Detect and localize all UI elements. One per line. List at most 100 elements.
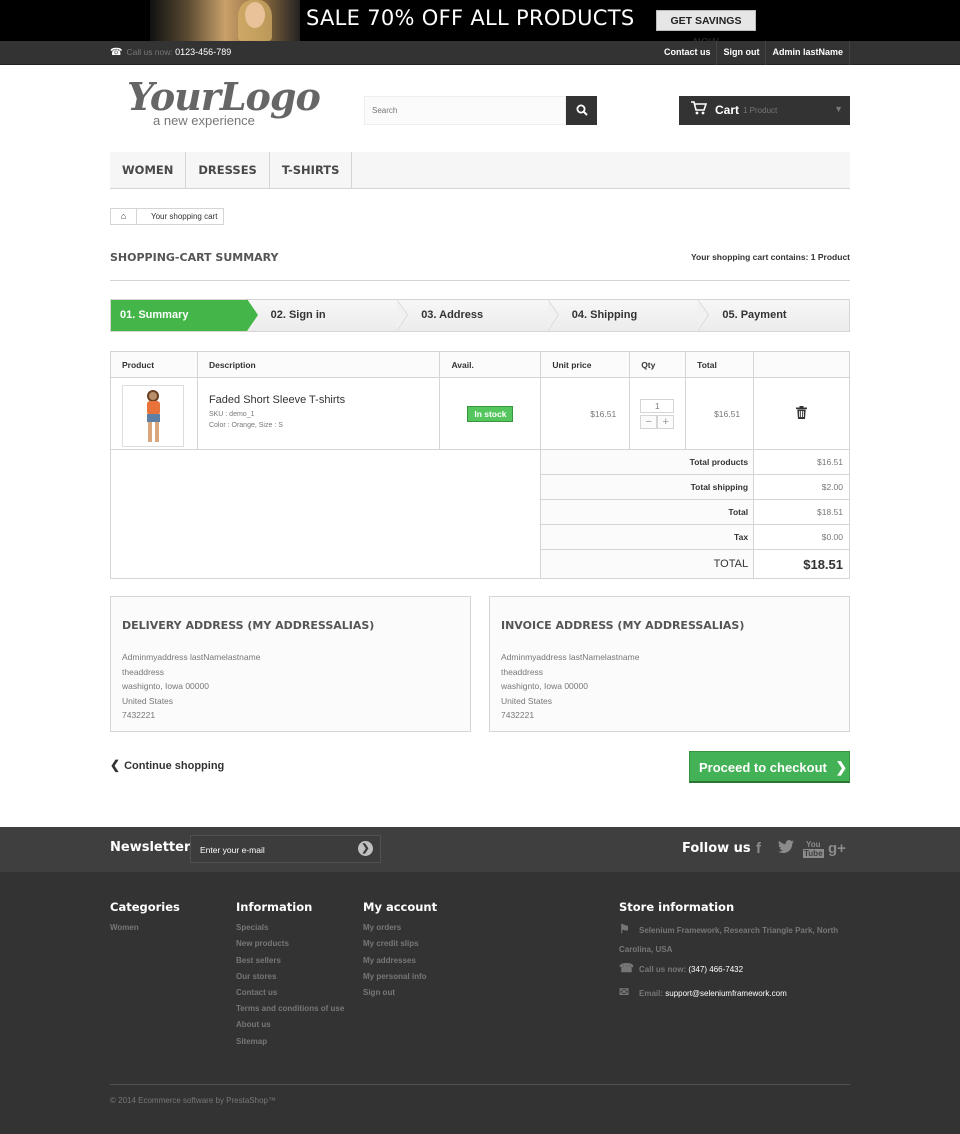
footer-store-info: Store information ⚑ Selenium Framework, R… <box>619 900 851 1003</box>
proceed-to-checkout-button[interactable]: Proceed to checkout ❯ <box>689 751 850 783</box>
table-header: Product Description Avail. Unit price Qt… <box>110 351 850 378</box>
footer-link[interactable]: New products <box>236 936 346 952</box>
col-total: Total <box>685 351 755 378</box>
col-description: Description <box>196 351 441 378</box>
col-product: Product <box>110 351 198 378</box>
qty-cell: 1 − + <box>629 377 687 450</box>
footer-link[interactable]: My orders <box>363 920 437 936</box>
call-us: ☎ Call us now: 0123-456-789 <box>110 47 231 58</box>
envelope-icon: ✉ <box>619 985 630 999</box>
checkout-label: Proceed to checkout <box>699 760 827 775</box>
cart-icon <box>691 101 707 115</box>
contact-us-link[interactable]: Contact us <box>658 41 717 65</box>
col-qty: Qty <box>629 351 687 378</box>
col-availability: Avail. <box>439 351 542 378</box>
delivery-address-lines: Adminmyaddress lastNamelastname theaddre… <box>122 650 470 723</box>
home-icon[interactable]: ⌂ <box>111 209 137 224</box>
footer-link[interactable]: My addresses <box>363 953 437 969</box>
continue-shopping-button[interactable]: ❮ Continue shopping <box>110 758 224 772</box>
twitter-icon[interactable] <box>778 840 794 858</box>
promo-banner[interactable]: SALE 70% OFF ALL PRODUCTS GET SAVINGS NO… <box>0 0 960 41</box>
footer-link[interactable]: Contact us <box>236 985 346 1001</box>
banner-image <box>150 0 300 41</box>
unit-price: $16.51 <box>540 377 631 450</box>
step-payment[interactable]: 05. Payment <box>698 300 849 331</box>
footer-link[interactable]: My personal info <box>363 969 437 985</box>
chevron-left-icon: ❮ <box>110 758 121 772</box>
col-delete <box>753 351 850 378</box>
search-input[interactable] <box>365 97 555 124</box>
cart-label: Cart <box>715 103 740 117</box>
facebook-icon[interactable]: f <box>756 840 761 857</box>
total-products-label: Total products <box>540 449 755 475</box>
store-email: ✉ Email: support@seleniumframework.com <box>619 983 851 1003</box>
total-products-value: $16.51 <box>753 449 850 475</box>
invoice-address-title: INVOICE ADDRESS (MY ADDRESSALIAS) <box>501 619 745 632</box>
store-email-link[interactable]: support@seleniumframework.com <box>665 989 787 998</box>
product-image[interactable] <box>122 384 184 447</box>
sign-out-link[interactable]: Sign out <box>716 41 765 65</box>
get-savings-button[interactable]: GET SAVINGS NOW <box>656 10 756 41</box>
newsletter-email-input[interactable]: Enter your e-mail ❯ <box>190 835 381 863</box>
continue-shopping-label: Continue shopping <box>124 760 225 772</box>
menu-item-dresses[interactable]: DRESSES <box>186 152 270 188</box>
account-link[interactable]: Admin lastName <box>765 41 850 65</box>
page-title: SHOPPING-CART SUMMARY <box>110 251 279 264</box>
cart-button[interactable]: Cart 1 Product ▼ <box>679 96 850 125</box>
site-logo[interactable]: YourLogo a new experience <box>127 74 321 132</box>
availability-cell: In stock <box>439 377 542 450</box>
step-address[interactable]: 03. Address <box>397 299 559 331</box>
breadcrumb: ⌂ Your shopping cart <box>110 208 225 225</box>
product-name[interactable]: Faded Short Sleeve T-shirts <box>209 394 440 406</box>
qty-increase-button[interactable]: + <box>657 414 675 429</box>
menu-item-women[interactable]: WOMEN <box>110 152 187 188</box>
address-line: Adminmyaddress lastNamelastname <box>122 652 261 662</box>
address-line: theaddress <box>501 666 544 677</box>
address-line: washignto, Iowa 00000 <box>501 681 588 691</box>
google-plus-icon[interactable]: g+ <box>828 840 846 857</box>
youtube-icon[interactable]: You Tube <box>803 840 824 858</box>
logo-text: YourLogo <box>127 74 321 119</box>
search-icon <box>576 104 588 116</box>
footer-link[interactable]: About us <box>236 1017 346 1033</box>
store-email-label: Email: <box>639 989 664 998</box>
divider <box>110 280 850 281</box>
footer-link[interactable]: Sign out <box>363 985 437 1001</box>
footer-link[interactable]: Women <box>110 920 180 936</box>
footer-link[interactable]: My credit slips <box>363 936 437 952</box>
summary-spacer <box>109 449 542 579</box>
newsletter-placeholder: Enter your e-mail <box>200 845 265 855</box>
footer-link[interactable]: Sitemap <box>236 1034 346 1050</box>
store-address-text: Selenium Framework, Research Triangle Pa… <box>619 926 839 954</box>
menu-item-tshirts[interactable]: T-SHIRTS <box>270 152 353 188</box>
step-shipping[interactable]: 04. Shipping <box>548 299 709 331</box>
trash-icon[interactable] <box>796 405 808 419</box>
figure-shorts <box>147 413 160 422</box>
tax-label: Tax <box>540 524 755 550</box>
store-call-label: Call us now: <box>639 965 687 974</box>
breadcrumb-current: Your shopping cart <box>151 212 218 221</box>
total-value: $18.51 <box>753 499 850 525</box>
footer-account-title: My account <box>363 900 438 914</box>
table-row: Faded Short Sleeve T-shirts SKU : demo_1… <box>110 377 850 450</box>
footer-divider <box>110 1084 850 1085</box>
footer-categories: Categories Women <box>110 900 180 936</box>
quantity-input[interactable]: 1 <box>640 398 675 413</box>
cart-contains: Your shopping cart contains: 1 Product <box>691 252 850 262</box>
banner-model-face <box>245 2 265 28</box>
delivery-address-title: DELIVERY ADDRESS (MY ADDRESSALIAS) <box>122 619 375 632</box>
product-attributes[interactable]: Color : Orange, Size : S <box>209 422 440 429</box>
footer-link[interactable]: Terms and conditions of use <box>236 1001 346 1017</box>
newsletter-submit-button[interactable]: ❯ <box>358 841 373 856</box>
search-button[interactable] <box>566 96 597 125</box>
footer-link[interactable]: Specials <box>236 920 346 936</box>
footer-link[interactable]: Best sellers <box>236 953 346 969</box>
step-summary[interactable]: 01. Summary <box>111 299 258 331</box>
qty-decrease-button[interactable]: − <box>640 414 658 429</box>
newsletter-bar: Newsletter Enter your e-mail ❯ Follow us… <box>0 827 960 872</box>
step-sign-in[interactable]: 02. Sign in <box>247 299 408 331</box>
address-line: 7432221 <box>501 710 535 720</box>
footer-link[interactable]: Our stores <box>236 969 346 985</box>
footer-my-account: My account My orders My credit slips My … <box>363 900 437 1001</box>
store-address: ⚑ Selenium Framework, Research Triangle P… <box>619 920 851 959</box>
